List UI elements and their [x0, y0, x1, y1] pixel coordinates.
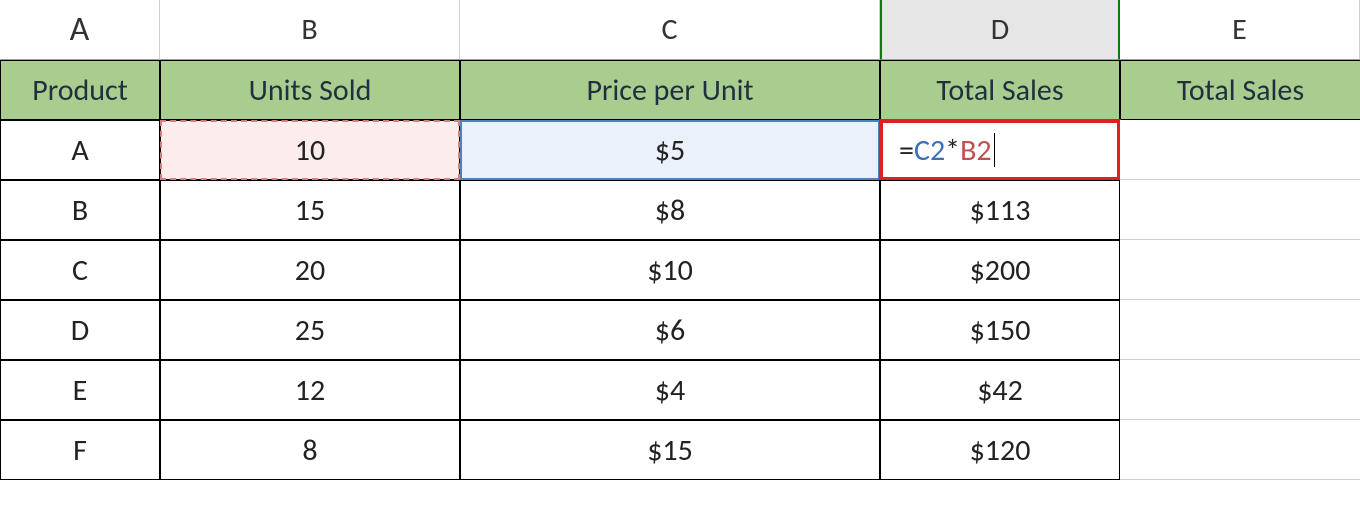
cell-A5[interactable]: D [0, 300, 160, 360]
cell-A4[interactable]: C [0, 240, 160, 300]
cell-C2[interactable]: $5 [460, 120, 880, 180]
formula-equals: = [899, 132, 914, 169]
formula-ref-b2: B2 [960, 132, 992, 169]
header-total-sales[interactable]: Total Sales [880, 60, 1120, 120]
formula-operator: * [945, 132, 960, 169]
col-header-B[interactable]: B [160, 0, 460, 60]
cell-C6[interactable]: $4 [460, 360, 880, 420]
cell-E4[interactable] [1120, 240, 1360, 300]
cell-B6[interactable]: 12 [160, 360, 460, 420]
cell-B2[interactable]: 10 [160, 120, 460, 180]
cell-A7[interactable]: F [0, 420, 160, 480]
spreadsheet-grid[interactable]: A B C D E Product Units Sold Price per U… [0, 0, 1360, 480]
cell-D4[interactable]: $200 [880, 240, 1120, 300]
formula-ref-c2: C2 [914, 132, 945, 169]
header-total-sales-e[interactable]: Total Sales [1120, 60, 1360, 120]
cell-C7[interactable]: $15 [460, 420, 880, 480]
cell-E3[interactable] [1120, 180, 1360, 240]
cell-B5[interactable]: 25 [160, 300, 460, 360]
cell-D7[interactable]: $120 [880, 420, 1120, 480]
cell-C5[interactable]: $6 [460, 300, 880, 360]
cell-A2[interactable]: A [0, 120, 160, 180]
col-header-D[interactable]: D [880, 0, 1120, 60]
cell-D6[interactable]: $42 [880, 360, 1120, 420]
cell-E2[interactable] [1120, 120, 1360, 180]
col-header-A[interactable]: A [0, 0, 160, 60]
cell-D2[interactable]: =C2*B2 [880, 120, 1120, 180]
cell-E6[interactable] [1120, 360, 1360, 420]
cell-C4[interactable]: $10 [460, 240, 880, 300]
header-price-per-unit[interactable]: Price per Unit [460, 60, 880, 120]
cell-A3[interactable]: B [0, 180, 160, 240]
cell-D3[interactable]: $113 [880, 180, 1120, 240]
cell-B7[interactable]: 8 [160, 420, 460, 480]
cell-A6[interactable]: E [0, 360, 160, 420]
text-cursor [994, 133, 995, 167]
col-header-C[interactable]: C [460, 0, 880, 60]
header-product[interactable]: Product [0, 60, 160, 120]
header-units-sold[interactable]: Units Sold [160, 60, 460, 120]
cell-D5[interactable]: $150 [880, 300, 1120, 360]
cell-E7[interactable] [1120, 420, 1360, 480]
col-header-E[interactable]: E [1120, 0, 1360, 60]
cell-B3[interactable]: 15 [160, 180, 460, 240]
cell-B4[interactable]: 20 [160, 240, 460, 300]
cell-E5[interactable] [1120, 300, 1360, 360]
cell-C3[interactable]: $8 [460, 180, 880, 240]
